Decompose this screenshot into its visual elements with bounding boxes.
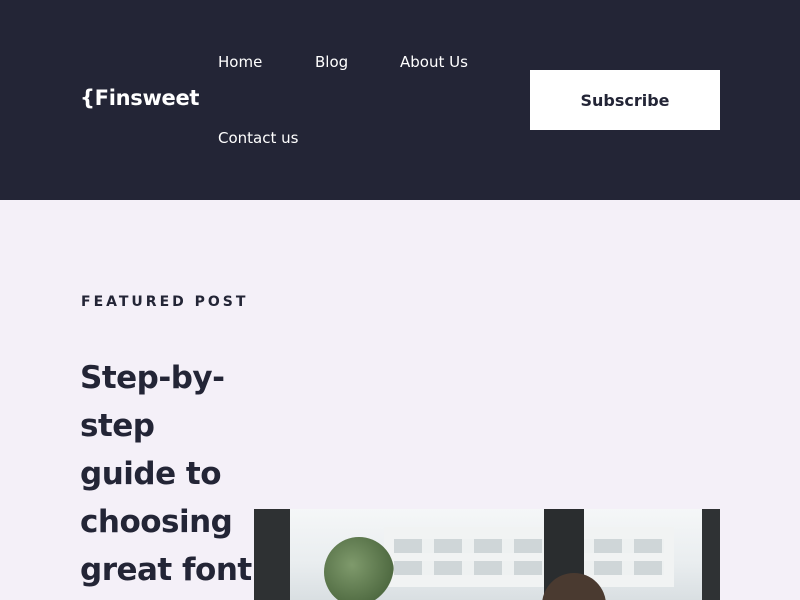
image-window-frame (702, 509, 720, 600)
featured-post-label: FEATURED POST (81, 294, 249, 310)
image-building (384, 527, 674, 587)
featured-post-image[interactable] (254, 509, 720, 600)
image-window-row (394, 561, 664, 575)
site-header: {Finsweet Home Blog About Us Contact us … (0, 0, 800, 200)
featured-post-title[interactable]: Step-by-step guide to choosing great fon… (80, 354, 255, 594)
subscribe-button[interactable]: Subscribe (530, 70, 720, 130)
nav-link-about-us[interactable]: About Us (400, 53, 468, 71)
nav-link-contact-us[interactable]: Contact us (218, 129, 298, 147)
nav-link-home[interactable]: Home (218, 53, 262, 71)
site-logo[interactable]: {Finsweet (80, 86, 199, 110)
image-plant (324, 537, 394, 600)
nav-link-blog[interactable]: Blog (315, 53, 348, 71)
image-window-frame (254, 509, 290, 600)
image-window-row (394, 539, 664, 553)
